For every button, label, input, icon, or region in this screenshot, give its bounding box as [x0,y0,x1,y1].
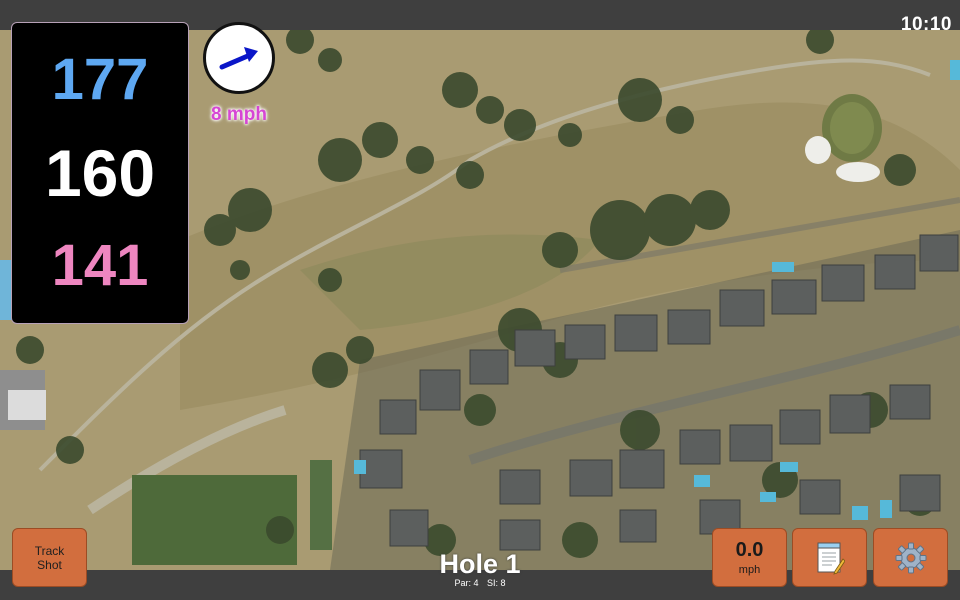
clock: 10:10 [900,14,952,35]
front-distance: 141 [51,233,149,299]
track-shot-label-line2: Shot [37,557,62,572]
speed-unit: mph [738,564,761,576]
gear-icon [895,542,926,573]
wind-dial [203,22,275,94]
wind-speed: 8 mph [211,104,267,125]
hole-title: Hole 1 [439,549,521,579]
hole-si: SI: 8 [487,578,506,588]
speed-button[interactable]: 0.0 mph [712,528,787,587]
hole-par: Par: 4 [454,578,479,588]
middle-distance: 160 [44,135,156,210]
track-shot-button[interactable]: Track Shot [12,528,87,587]
notes-button[interactable] [792,528,867,587]
distance-panel: 177 160 141 [11,22,189,324]
track-shot-label-line1: Track [34,543,65,558]
settings-button[interactable] [873,528,948,587]
hole-info: Hole 1 Par: 4 SI: 8 [400,550,560,588]
wind-direction-arrow-icon [219,47,258,70]
speed-value: 0.0 [735,539,764,561]
back-distance: 177 [51,46,149,112]
hole-meta: Par: 4 SI: 8 [400,578,560,588]
notepad-icon [817,542,845,575]
